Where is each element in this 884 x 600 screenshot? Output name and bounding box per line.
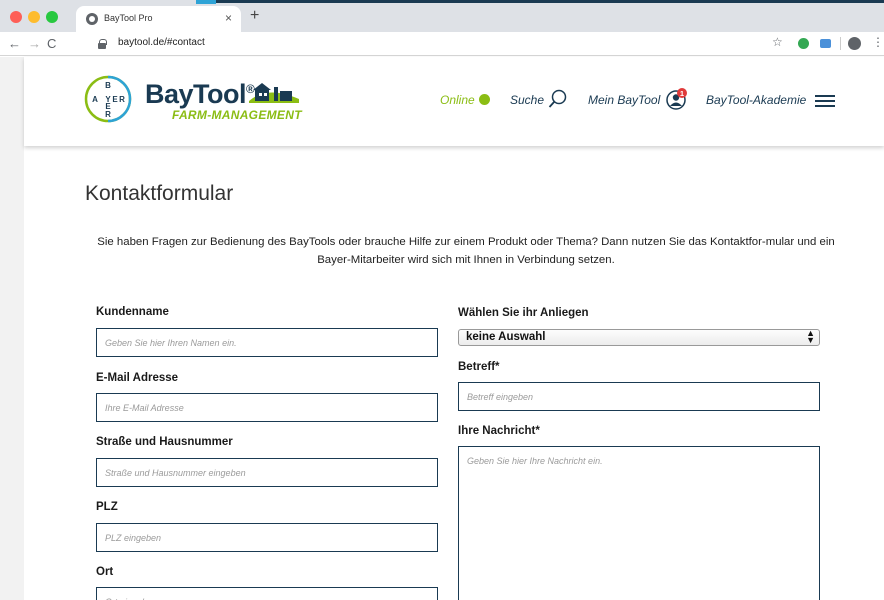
url-text: baytool.de/#contact: [118, 37, 205, 48]
ort-label: Ort: [96, 566, 114, 578]
page-margin: [0, 57, 24, 600]
site-header: B A Y E R E R BayTool® FARM-MANAGEMENT O…: [24, 57, 884, 146]
nachricht-textarea[interactable]: [458, 446, 820, 600]
anliegen-selected-value: keine Auswahl: [466, 331, 546, 343]
minimize-window-button[interactable]: [28, 11, 40, 23]
back-button[interactable]: ←: [8, 36, 21, 51]
select-arrows-icon: ▲ ▼: [806, 328, 815, 345]
svg-text:R: R: [119, 95, 125, 104]
svg-text:R: R: [105, 110, 111, 119]
extension-icon[interactable]: [820, 39, 831, 48]
browser-tab[interactable]: BayTool Pro ×: [76, 6, 241, 32]
user-icon[interactable]: 1: [666, 88, 688, 110]
lock-icon: [98, 39, 107, 49]
browser-tabbar: BayTool Pro × +: [0, 0, 884, 32]
globe-icon: [86, 13, 98, 25]
email-label: E-Mail Adresse: [96, 372, 179, 384]
intro-text: Sie haben Fragen zur Bedienung des BayTo…: [97, 236, 835, 266]
anliegen-select[interactable]: keine Auswahl ▲ ▼: [458, 329, 820, 346]
online-status-dot-icon: [479, 94, 490, 105]
svg-text:A: A: [92, 95, 98, 104]
nav-online-status: Online: [440, 93, 475, 107]
kundenname-input[interactable]: [96, 328, 438, 357]
forward-button[interactable]: →: [28, 36, 41, 51]
nav-mein-baytool-link[interactable]: Mein BayTool: [588, 93, 660, 107]
anliegen-label: Wählen Sie ihr Anliegen: [458, 307, 589, 319]
close-tab-icon[interactable]: ×: [225, 11, 232, 25]
tabbar-accent-light: [196, 0, 216, 4]
browser-menu-icon[interactable]: ⋮: [872, 35, 884, 49]
email-input[interactable]: [96, 393, 438, 422]
hamburger-menu-icon[interactable]: [815, 95, 835, 107]
strasse-label: Straße und Hausnummer: [96, 436, 233, 448]
ort-input[interactable]: [96, 587, 438, 600]
betreff-label: Betreff*: [458, 361, 500, 373]
url-bar[interactable]: baytool.de/#contact: [92, 35, 832, 53]
nachricht-label: Ihre Nachricht*: [458, 425, 540, 437]
brand-name[interactable]: BayTool®: [145, 79, 255, 110]
address-toolbar: ← → C baytool.de/#contact: [0, 32, 884, 56]
extension-check-icon[interactable]: [798, 38, 809, 49]
bookmark-star-icon[interactable]: ☆: [772, 35, 783, 49]
farm-icon: [249, 83, 299, 103]
svg-text:1: 1: [680, 89, 684, 98]
page-title: Kontaktformular: [85, 182, 234, 205]
nav-search-link[interactable]: Suche: [510, 93, 544, 107]
svg-text:E: E: [112, 95, 118, 104]
plz-input[interactable]: [96, 523, 438, 552]
bayer-logo[interactable]: B A Y E R E R: [84, 75, 132, 123]
tab-title: BayTool Pro: [104, 13, 153, 23]
search-icon[interactable]: [548, 89, 568, 109]
page: B A Y E R E R BayTool® FARM-MANAGEMENT O…: [24, 57, 884, 600]
strasse-input[interactable]: [96, 458, 438, 487]
nav-akademie-link[interactable]: BayTool-Akademie: [706, 93, 806, 107]
profile-icon[interactable]: [848, 37, 861, 50]
close-window-button[interactable]: [10, 11, 22, 23]
brand-subtitle: FARM-MANAGEMENT: [172, 108, 302, 122]
tabbar-accent: [196, 0, 884, 3]
reload-button[interactable]: C: [47, 36, 56, 51]
new-tab-button[interactable]: +: [250, 7, 259, 25]
betreff-input[interactable]: [458, 382, 820, 411]
toolbar-divider: [840, 37, 841, 50]
maximize-window-button[interactable]: [46, 11, 58, 23]
plz-label: PLZ: [96, 501, 118, 513]
svg-text:B: B: [105, 81, 111, 90]
kundenname-label: Kundenname: [96, 306, 169, 318]
